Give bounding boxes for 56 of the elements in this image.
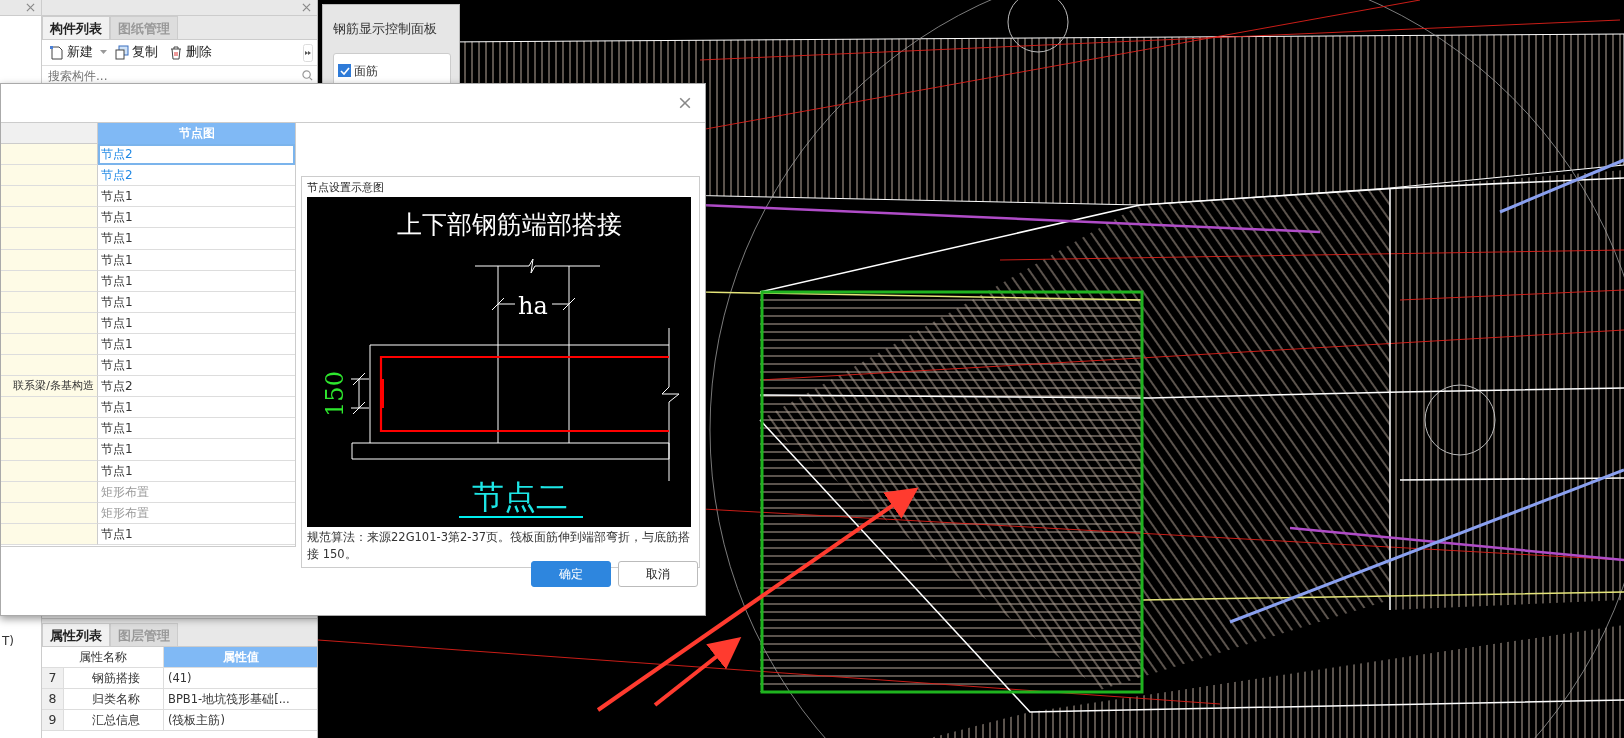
close-icon[interactable] bbox=[26, 3, 35, 12]
panel-tab[interactable]: 构件列表 bbox=[42, 16, 110, 39]
table-cell[interactable]: 节点1 bbox=[98, 418, 295, 440]
preview-title: 节点设置示意图 bbox=[307, 180, 385, 196]
close-icon[interactable] bbox=[679, 97, 691, 109]
table-cell[interactable]: 节点1 bbox=[98, 523, 295, 545]
row-number: 9 bbox=[42, 710, 64, 730]
table-cell[interactable]: 节点1 bbox=[98, 186, 295, 208]
description-text: 规范算法：来源22G101-3第2-37页。筏板面筋伸到端部弯折，与底筋搭接 150。 bbox=[307, 528, 691, 563]
table-cell[interactable]: 节点1 bbox=[98, 270, 295, 292]
table-cell: 联系梁/条基构造 bbox=[1, 376, 98, 398]
row-number: 7 bbox=[42, 668, 64, 688]
table-cell[interactable]: 节点2 bbox=[98, 165, 295, 187]
trash-icon bbox=[168, 45, 183, 60]
column-header: 节点图 bbox=[98, 123, 295, 145]
table-cell[interactable]: 节点1 bbox=[98, 355, 295, 377]
search-field[interactable]: 搜索构件... bbox=[46, 65, 302, 86]
toolbar-button[interactable]: 新建 bbox=[46, 43, 96, 62]
panel-title: 钢筋显示控制面板 bbox=[333, 20, 438, 38]
column-header: 属性值 bbox=[164, 647, 317, 667]
dimension-label: 150 bbox=[321, 370, 349, 417]
property-name: 汇总信息 bbox=[64, 710, 164, 730]
new-document-icon bbox=[49, 45, 64, 60]
toolbar-button[interactable]: 删除 bbox=[165, 43, 215, 62]
dimension-label: ha bbox=[518, 291, 548, 320]
table-cell[interactable]: 节点1 bbox=[98, 228, 295, 250]
property-name: 归类名称 bbox=[64, 689, 164, 709]
table-cell[interactable]: 节点1 bbox=[98, 439, 295, 461]
diagram-heading: 上下部钢筋端部搭接 bbox=[396, 209, 622, 239]
table-cell[interactable]: 节点2 bbox=[98, 376, 295, 398]
dialog-button[interactable]: 取消 bbox=[618, 561, 698, 587]
property-value[interactable]: BPB1-地坑筏形基础[... bbox=[164, 689, 317, 709]
option-label: 面筋 bbox=[354, 62, 378, 80]
checkbox[interactable] bbox=[338, 64, 351, 77]
property-name: 钢筋搭接 bbox=[64, 668, 164, 688]
table-cell[interactable]: 节点1 bbox=[98, 397, 295, 419]
close-icon[interactable] bbox=[302, 3, 311, 12]
panel-tab[interactable]: 属性列表 bbox=[42, 623, 110, 646]
toolbar-button[interactable]: 复制 bbox=[111, 43, 161, 62]
overflow-icon[interactable] bbox=[303, 43, 313, 62]
table-cell[interactable]: 节点1 bbox=[98, 333, 295, 356]
partial-text: T) bbox=[1, 633, 15, 650]
table-cell[interactable]: 节点2 bbox=[98, 144, 295, 166]
dialog-button[interactable]: 确定 bbox=[531, 561, 611, 587]
table-cell[interactable]: 节点1 bbox=[98, 207, 295, 229]
search-icon bbox=[302, 70, 313, 81]
row-number: 8 bbox=[42, 689, 64, 709]
property-value[interactable]: (筏板主筋) bbox=[164, 710, 317, 730]
property-value[interactable]: (41) bbox=[164, 668, 317, 688]
table-cell[interactable]: 节点1 bbox=[98, 291, 295, 313]
table-cell[interactable]: 节点1 bbox=[98, 249, 295, 271]
copy-icon bbox=[114, 45, 129, 60]
table-cell[interactable]: 节点1 bbox=[98, 460, 295, 482]
caret-icon[interactable] bbox=[100, 50, 107, 55]
table-cell[interactable]: 节点1 bbox=[98, 312, 295, 334]
node-label: 节点二 bbox=[472, 477, 568, 516]
